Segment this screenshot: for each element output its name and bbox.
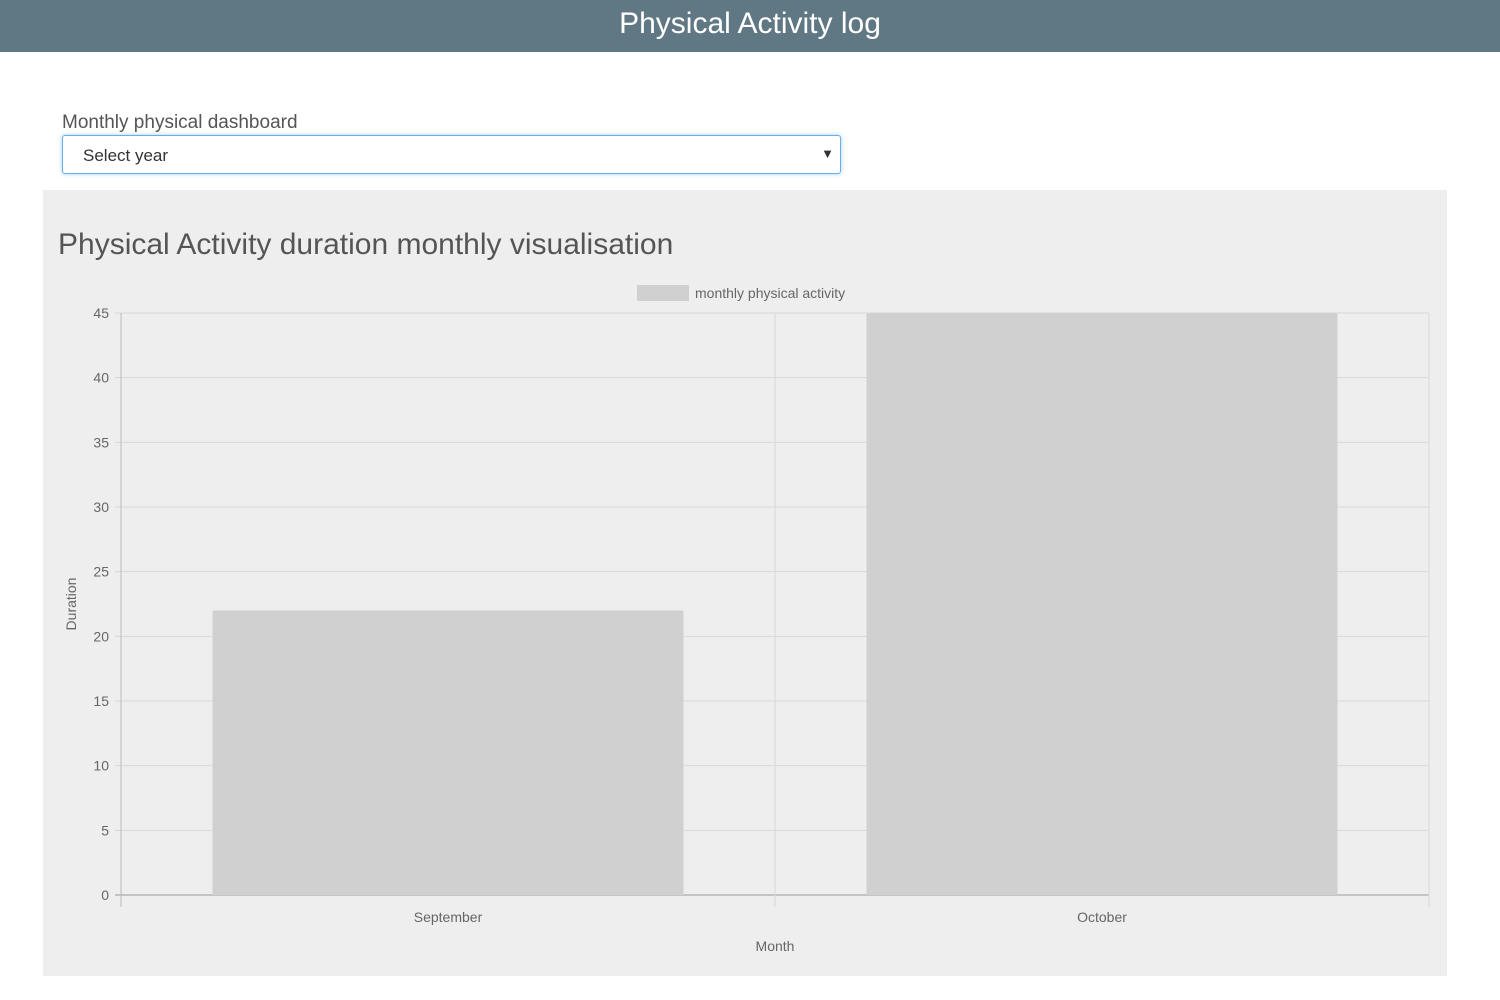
y-tick-label: 5: [101, 822, 109, 838]
chevron-down-icon: ▼: [821, 146, 834, 161]
bar-september: [212, 610, 684, 895]
x-tick-label: September: [414, 909, 483, 925]
x-axis-title: Month: [756, 938, 795, 954]
bar-october: [866, 313, 1338, 895]
app-title: Physical Activity log: [619, 7, 881, 40]
y-tick-label: 35: [93, 434, 109, 450]
legend-label: monthly physical activity: [695, 285, 845, 301]
y-tick-label: 20: [93, 628, 109, 644]
y-tick-label: 25: [93, 564, 109, 580]
year-select-value: Select year: [83, 146, 169, 165]
app-header: Physical Activity log: [0, 0, 1500, 52]
y-tick-label: 45: [93, 305, 109, 321]
bar-chart: 0 5 10 15 20 25 30 35 40 45 September October Month D…: [63, 285, 1430, 954]
y-tick-label: 0: [101, 887, 109, 903]
x-tick-label: October: [1077, 909, 1127, 925]
chart-panel: Physical Activity duration monthly visua…: [43, 190, 1447, 976]
y-tick-label: 15: [93, 693, 109, 709]
y-tick-label: 10: [93, 758, 109, 774]
year-select[interactable]: Select year ▼: [62, 135, 841, 174]
y-tick-label: 40: [93, 370, 109, 386]
y-axis-title: Duration: [63, 578, 79, 631]
y-tick-label: 30: [93, 499, 109, 515]
legend-swatch: [637, 285, 689, 301]
dashboard-label: Monthly physical dashboard: [62, 112, 298, 133]
